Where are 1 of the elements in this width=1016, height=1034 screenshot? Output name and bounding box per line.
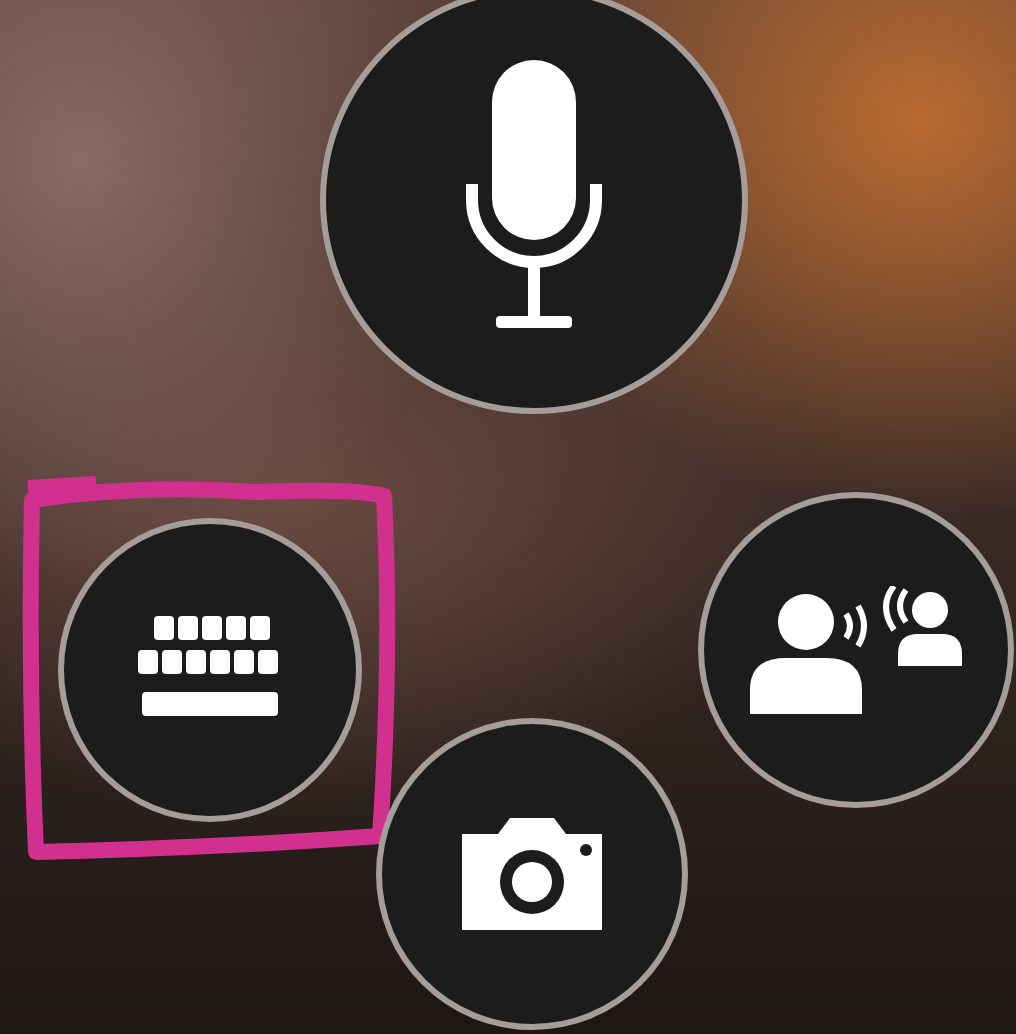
conversation-icon [750, 586, 962, 714]
